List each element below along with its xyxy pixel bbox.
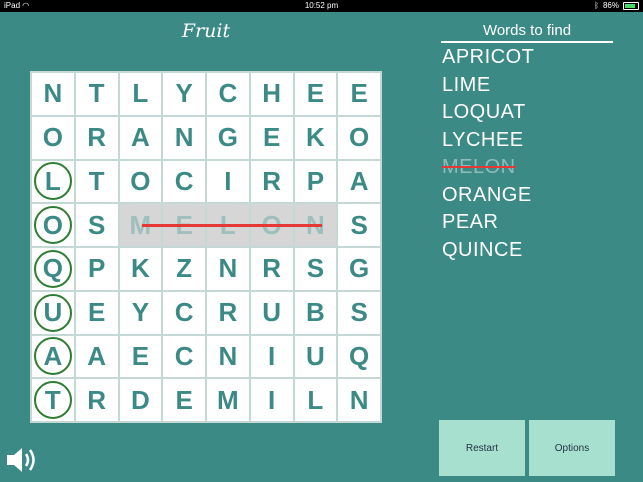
grid-cell[interactable]: N [207,335,249,378]
grid-cell[interactable]: N [207,248,249,290]
words-header: Words to find [441,22,613,43]
grid-cell[interactable]: S [75,204,118,246]
grid-cell[interactable]: D [119,379,162,421]
grid-cell[interactable]: H [250,73,293,115]
grid-cell[interactable]: A [338,160,380,203]
grid-cell[interactable]: S [294,248,337,290]
found-word-strike-line [142,224,322,227]
grid-cell[interactable]: T [32,379,74,421]
grid-cell[interactable]: U [250,291,293,334]
grid-cell[interactable]: Y [163,73,205,115]
grid-cell[interactable]: O [119,160,162,203]
grid-cell[interactable]: I [250,379,293,421]
word-item: APRICOT [442,46,535,68]
grid-cell[interactable]: Z [163,248,205,290]
grid-cell[interactable]: A [75,335,118,378]
word-item: LYCHEE [442,128,524,151]
letter-grid[interactable]: NTLYCHEEORANGEKOLTOCIRPAOSMELONSQPKZNRSG… [30,71,382,423]
word-item: MELON [442,156,516,178]
grid-cell[interactable]: Q [32,248,74,290]
speaker-icon[interactable] [5,443,41,477]
battery-percent: 86% [602,1,619,10]
word-item: LOQUAT [442,101,526,123]
grid-cell[interactable]: K [119,248,162,290]
grid-cell[interactable]: R [75,379,118,421]
grid-cell[interactable]: O [32,204,74,246]
grid-cell[interactable]: C [207,73,249,115]
puzzle-title: Fruit [181,20,231,42]
grid-cell[interactable]: C [163,335,205,378]
grid-cell[interactable]: S [338,291,380,334]
grid-cell[interactable]: A [32,335,74,378]
grid-cell[interactable]: E [119,335,162,378]
grid-cell[interactable]: T [75,73,118,115]
grid-cell[interactable]: R [250,160,293,203]
options-button[interactable]: Options [529,420,615,476]
grid-cell[interactable]: O [32,116,74,159]
status-time: 10:52 pm [304,1,339,10]
grid-cell[interactable]: M [207,379,249,421]
grid-cell[interactable]: N [32,73,74,115]
grid-cell[interactable]: Q [338,335,380,378]
grid-cell[interactable]: G [338,248,380,290]
restart-button[interactable]: Restart [439,420,525,476]
bluetooth-icon: ᛒ [594,1,599,10]
grid-cell[interactable]: L [32,160,74,203]
grid-cell[interactable]: K [294,116,337,159]
grid-cell[interactable]: N [163,116,205,159]
grid-cell[interactable]: C [163,291,205,334]
grid-cell[interactable]: P [75,248,118,290]
grid-cell[interactable]: E [75,291,118,334]
grid-cell[interactable]: E [294,73,337,115]
grid-cell[interactable]: U [32,291,74,334]
grid-cell[interactable]: R [75,116,118,159]
grid-cell[interactable]: R [250,248,293,290]
grid-cell[interactable]: B [294,291,337,334]
grid-cell[interactable]: E [250,116,293,159]
grid-cell[interactable]: E [338,73,380,115]
grid-cell[interactable]: E [163,379,205,421]
grid-cell[interactable]: L [294,379,337,421]
grid-cell[interactable]: O [338,116,380,159]
grid-cell[interactable]: T [75,160,118,203]
grid-cell[interactable]: N [338,379,380,421]
battery-icon [623,2,639,10]
grid-cell[interactable]: I [207,160,249,203]
grid-cell[interactable]: R [207,291,249,334]
grid-cell[interactable]: G [207,116,249,159]
grid-cell[interactable]: U [294,335,337,378]
word-list: APRICOT LIME LOQUAT LYCHEE MELON ORANGE PEAR QU… [442,44,534,264]
grid-cell[interactable]: P [294,160,337,203]
word-item: PEAR [442,211,499,233]
word-item: LIME [442,73,491,96]
grid-cell[interactable]: S [338,204,380,246]
grid-cell[interactable]: Y [119,291,162,334]
status-bar: iPad ◠ 10:52 pm ᛒ 86% [0,0,643,12]
grid-cell[interactable]: L [119,73,162,115]
word-item: ORANGE [442,183,532,206]
word-item: QUINCE [442,238,523,261]
grid-cell[interactable]: C [163,160,205,203]
grid-cell[interactable]: A [119,116,162,159]
grid-cell[interactable]: I [250,335,293,378]
